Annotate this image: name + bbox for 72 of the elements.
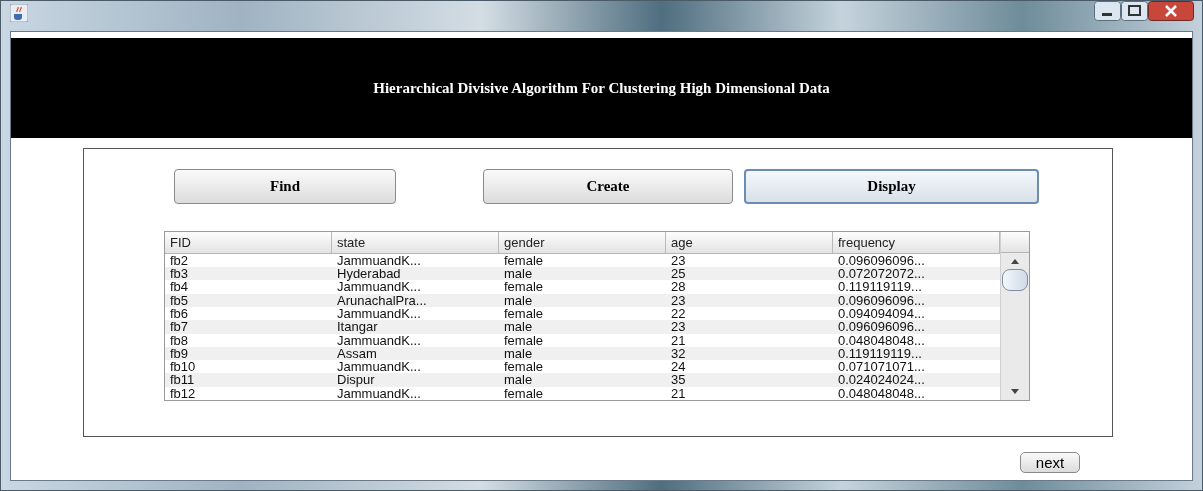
table-cell: 23 bbox=[671, 252, 686, 268]
table-cell: male bbox=[504, 372, 533, 388]
next-button[interactable]: next bbox=[1020, 452, 1080, 473]
column-header[interactable]: state bbox=[332, 232, 499, 253]
table-cell: fb10 bbox=[170, 359, 196, 375]
table-cell: male bbox=[504, 319, 533, 335]
table-cell: 0.048048048... bbox=[838, 332, 925, 348]
table-cell: 0.096096096... bbox=[838, 292, 925, 308]
scroll-up-icon[interactable] bbox=[1010, 257, 1020, 265]
table-cell: 21 bbox=[671, 385, 686, 401]
maximize-button[interactable] bbox=[1121, 1, 1148, 21]
table-cell: JammuandK... bbox=[337, 252, 421, 268]
table-cell: 21 bbox=[671, 332, 686, 348]
table-cell: ArunachalPra... bbox=[337, 292, 427, 308]
scroll-down-icon[interactable] bbox=[1010, 388, 1020, 396]
column-header[interactable]: FID bbox=[165, 232, 332, 253]
table-cell: fb9 bbox=[170, 345, 189, 361]
table-cell: fb2 bbox=[170, 252, 189, 268]
table-cell: female bbox=[504, 332, 544, 348]
table-cell: 0.024024024... bbox=[838, 372, 925, 388]
column-header[interactable]: frequency bbox=[833, 232, 1000, 253]
scroll-thumb[interactable] bbox=[1002, 269, 1028, 291]
table-cell: 0.119119119... bbox=[838, 279, 922, 295]
column-header[interactable]: gender bbox=[499, 232, 666, 253]
table-cell: 28 bbox=[671, 279, 686, 295]
table-cell: Dispur bbox=[337, 372, 375, 388]
scrollbar[interactable] bbox=[1001, 253, 1029, 400]
table-cell: fb8 bbox=[170, 332, 189, 348]
table-cell: fb3 bbox=[170, 266, 189, 282]
header-title: Hierarchical Divisive Algorithm For Clustering High Dimensional Data bbox=[373, 79, 830, 97]
table-cell: male bbox=[504, 266, 533, 282]
table-cell: 22 bbox=[671, 305, 686, 321]
table-cell: 23 bbox=[671, 292, 686, 308]
table-cell: 0.071071071... bbox=[838, 359, 925, 375]
table-cell: 23 bbox=[671, 319, 686, 335]
action-button[interactable]: Find bbox=[174, 169, 396, 204]
action-button[interactable]: Display bbox=[744, 169, 1039, 204]
table-cell: Itangar bbox=[337, 319, 378, 335]
close-button[interactable] bbox=[1148, 1, 1194, 21]
java-cup-icon bbox=[10, 4, 28, 22]
table-cell: fb5 bbox=[170, 292, 189, 308]
table-cell: fb4 bbox=[170, 279, 189, 295]
minimize-button[interactable] bbox=[1094, 1, 1121, 21]
table-cell: 25 bbox=[671, 266, 686, 282]
table-cell: 32 bbox=[671, 345, 686, 361]
table-cell: fb12 bbox=[170, 385, 196, 401]
table-cell: 0.094094094... bbox=[838, 305, 925, 321]
table-cell: female bbox=[504, 385, 544, 401]
table-cell: JammuandK... bbox=[337, 305, 421, 321]
action-button[interactable]: Create bbox=[483, 169, 733, 204]
table-cell: JammuandK... bbox=[337, 279, 421, 295]
table-cell: 0.096096096... bbox=[838, 319, 925, 335]
table-cell: Hyderabad bbox=[337, 266, 401, 282]
table-cell: male bbox=[504, 345, 533, 361]
table-cell: 0.048048048... bbox=[838, 385, 925, 401]
table-cell: 35 bbox=[671, 372, 686, 388]
header-corner bbox=[1001, 232, 1029, 253]
table-cell: Assam bbox=[337, 345, 377, 361]
table-cell: fb7 bbox=[170, 319, 189, 335]
table-cell: female bbox=[504, 252, 544, 268]
table-cell: 0.072072072... bbox=[838, 266, 925, 282]
table-cell: 0.096096096... bbox=[838, 252, 925, 268]
table-cell: fb6 bbox=[170, 305, 189, 321]
table-cell: female bbox=[504, 359, 544, 375]
column-header[interactable]: age bbox=[666, 232, 833, 253]
table-cell: 0.119119119... bbox=[838, 345, 922, 361]
table-cell: male bbox=[504, 292, 533, 308]
table-cell: fb11 bbox=[170, 372, 195, 388]
table-cell: JammuandK... bbox=[337, 359, 421, 375]
table-cell: female bbox=[504, 305, 544, 321]
table-cell: female bbox=[504, 279, 544, 295]
table-cell: 24 bbox=[671, 359, 686, 375]
